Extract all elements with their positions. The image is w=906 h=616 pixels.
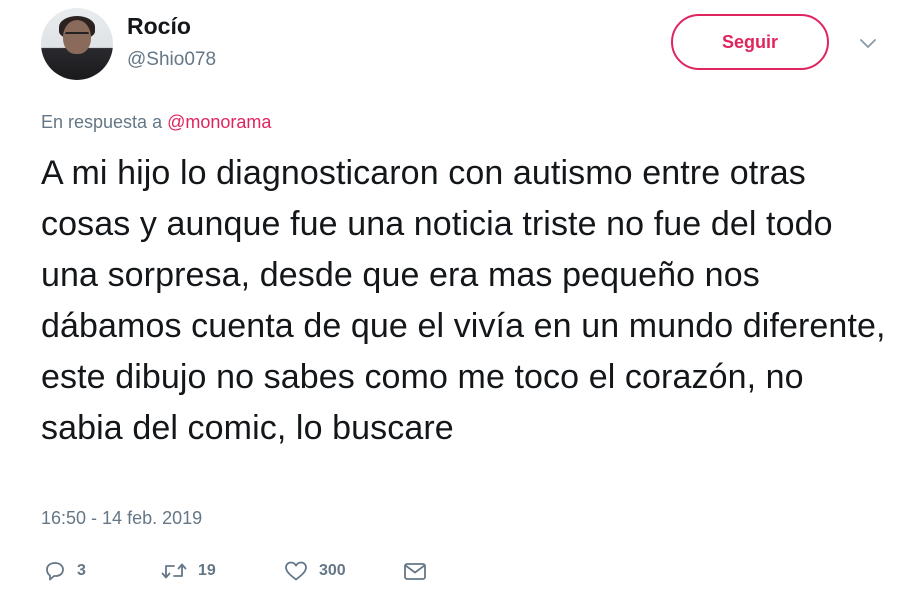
avatar[interactable]: [41, 8, 113, 80]
user-handle[interactable]: @Shio078: [127, 49, 216, 71]
tweet-timestamp[interactable]: 16:50 - 14 feb. 2019: [41, 508, 202, 529]
direct-message-button[interactable]: [402, 556, 428, 586]
like-button[interactable]: 300: [283, 556, 346, 586]
avatar-glasses: [65, 32, 89, 40]
heart-icon: [283, 559, 309, 583]
retweet-count: 19: [198, 562, 216, 579]
reply-icon: [43, 559, 67, 583]
retweet-button[interactable]: 19: [160, 556, 216, 586]
retweet-icon: [160, 559, 188, 583]
tweet-text: A mi hijo lo diagnosticaron con autismo …: [41, 154, 886, 447]
reply-button[interactable]: 3: [43, 556, 86, 586]
reply-count: 3: [77, 562, 86, 579]
like-count: 300: [319, 562, 346, 579]
chevron-down-icon[interactable]: [857, 35, 879, 53]
follow-button[interactable]: Seguir: [671, 14, 829, 70]
user-name[interactable]: Rocío: [127, 13, 191, 40]
reply-context: En respuesta a @monorama: [41, 112, 271, 133]
envelope-icon: [402, 559, 428, 583]
reply-prefix: En respuesta a: [41, 112, 163, 132]
reply-mention-link[interactable]: @monorama: [167, 112, 271, 132]
